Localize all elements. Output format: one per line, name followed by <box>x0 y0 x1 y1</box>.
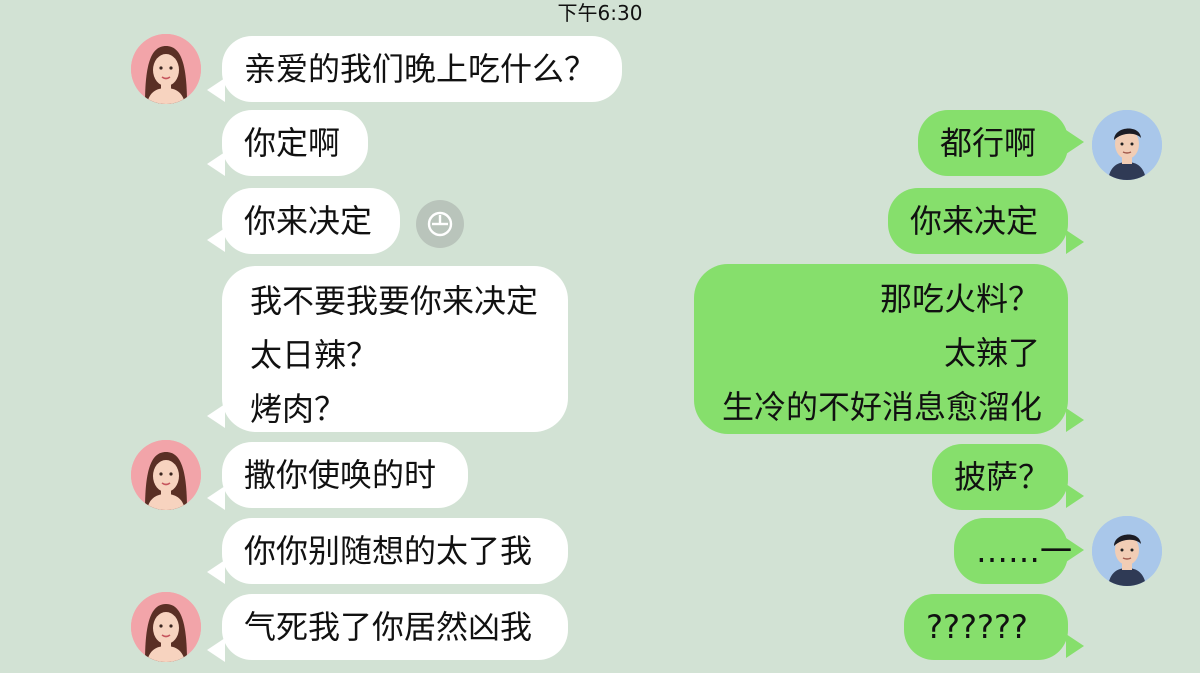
bubble-tail <box>207 404 225 428</box>
message-line: 生冷的不好消息愈溜化 <box>722 388 1043 426</box>
female-avatar-icon <box>131 592 201 662</box>
incoming-message[interactable]: 你定啊 <box>222 110 368 176</box>
bubble-tail <box>207 486 225 510</box>
bubble-tail <box>1066 484 1084 508</box>
self-avatar[interactable] <box>1092 110 1162 180</box>
bubble-tail <box>1066 634 1084 658</box>
message-line: 烤肉？ <box>250 390 347 428</box>
male-avatar-icon <box>1092 110 1162 180</box>
outgoing-message[interactable]: 都行啊 <box>918 110 1068 176</box>
contact-avatar[interactable] <box>131 440 201 510</box>
message-line: 那吃火料？ <box>879 280 1040 318</box>
female-avatar-icon <box>131 440 201 510</box>
bubble-tail <box>1066 230 1084 254</box>
bubble-tail <box>1066 408 1084 432</box>
contact-avatar[interactable] <box>131 34 201 104</box>
bubble-tail <box>207 152 225 176</box>
bubble-tail <box>207 560 225 584</box>
bubble-tail <box>207 78 225 102</box>
incoming-message[interactable]: 气死我了你居然凶我 <box>222 594 568 660</box>
outgoing-message[interactable]: 你来决定 <box>888 188 1068 254</box>
incoming-message[interactable]: 你你别随想的太了我 <box>222 518 568 584</box>
message-line: 我不要我要你来决定 <box>250 282 539 320</box>
message-line: 太辣了 <box>943 334 1040 372</box>
incoming-message[interactable]: 你来决定 <box>222 188 400 254</box>
male-avatar-icon <box>1092 516 1162 586</box>
bubble-tail <box>1066 130 1084 154</box>
status-time: 下午6:30 <box>557 1 643 25</box>
bubble-tail <box>207 638 225 662</box>
message-line: 太日辣？ <box>250 336 379 374</box>
outgoing-message[interactable]: 披萨？ <box>932 444 1068 510</box>
incoming-message[interactable]: 撒你使唤的时 <box>222 442 468 508</box>
self-avatar[interactable] <box>1092 516 1162 586</box>
clock-icon[interactable] <box>416 200 464 248</box>
outgoing-message-group[interactable]: 那吃火料？ 太辣了 生冷的不好消息愈溜化 <box>694 264 1068 434</box>
outgoing-message[interactable]: ?????? <box>904 594 1068 660</box>
contact-avatar[interactable] <box>131 592 201 662</box>
outgoing-message[interactable]: ……一 <box>954 518 1072 584</box>
female-avatar-icon <box>131 34 201 104</box>
incoming-message[interactable]: 亲爱的我们晚上吃什么？ <box>222 36 622 102</box>
incoming-message-group[interactable]: 我不要我要你来决定 太日辣？ 烤肉？ <box>222 266 568 432</box>
